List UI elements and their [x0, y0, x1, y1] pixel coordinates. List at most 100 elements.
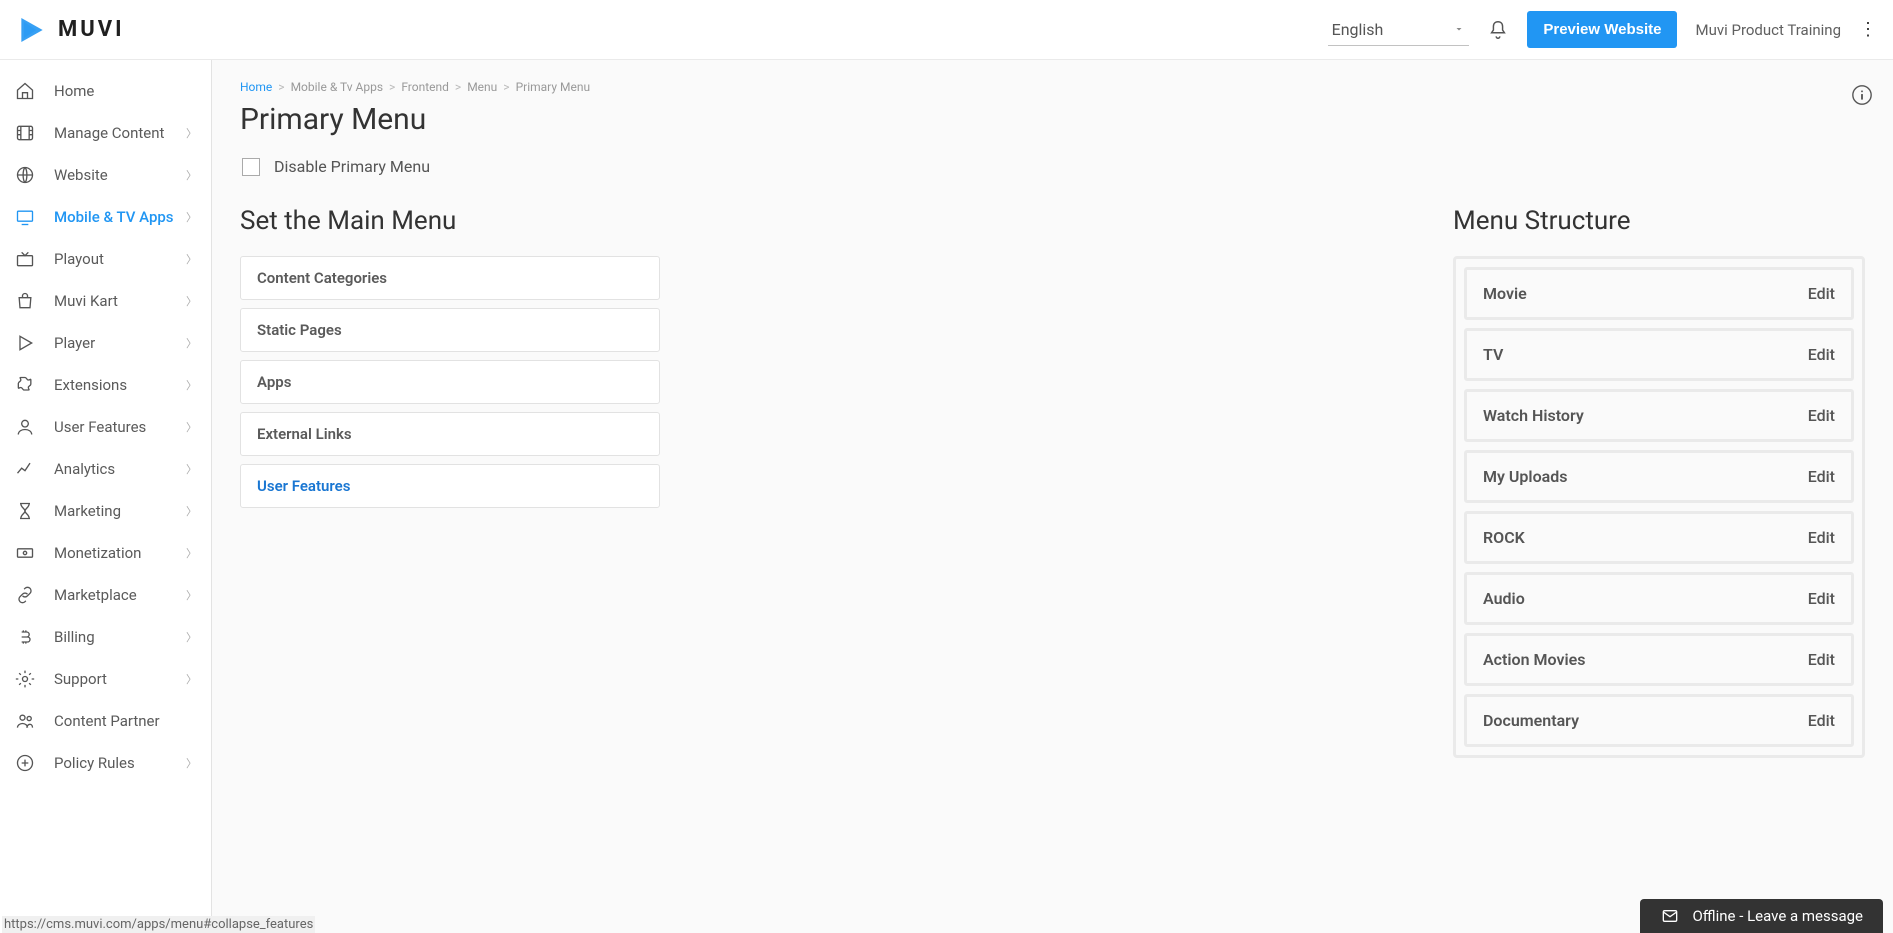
sidebar: Home Manage Content 〉 Website 〉 Mobile &… — [0, 60, 212, 933]
sidebar-item-analytics[interactable]: Analytics 〉 — [0, 448, 211, 490]
menu-structure-item[interactable]: My Uploads Edit — [1464, 450, 1854, 503]
accordion-static-pages[interactable]: Static Pages — [240, 308, 660, 352]
menu-structure-item-label: My Uploads — [1483, 467, 1567, 486]
chat-text: Offline - Leave a message — [1692, 907, 1863, 925]
accordion-content-categories[interactable]: Content Categories — [240, 256, 660, 300]
info-icon[interactable] — [1851, 84, 1873, 106]
home-icon — [14, 80, 36, 102]
edit-link[interactable]: Edit — [1808, 345, 1835, 364]
sidebar-item-website[interactable]: Website 〉 — [0, 154, 211, 196]
chevron-down-icon — [1453, 23, 1465, 35]
edit-link[interactable]: Edit — [1808, 528, 1835, 547]
disable-primary-menu-label: Disable Primary Menu — [274, 157, 430, 176]
language-select[interactable]: English — [1328, 14, 1470, 46]
sidebar-item-label: Extensions — [54, 376, 127, 394]
breadcrumb-home[interactable]: Home — [240, 80, 272, 94]
edit-link[interactable]: Edit — [1808, 650, 1835, 669]
more-menu-icon[interactable]: ⋮ — [1859, 19, 1877, 40]
sidebar-item-label: Support — [54, 670, 107, 688]
breadcrumb-part: Frontend — [401, 80, 449, 94]
bag-icon — [14, 290, 36, 312]
sidebar-item-label: Mobile & TV Apps — [54, 208, 174, 226]
monitor-icon — [14, 206, 36, 228]
sidebar-item-policy-rules[interactable]: Policy Rules 〉 — [0, 742, 211, 784]
mail-icon — [1660, 908, 1680, 924]
breadcrumb-separator: > — [455, 80, 461, 94]
menu-structure-item[interactable]: Documentary Edit — [1464, 694, 1854, 747]
chevron-right-icon: 〉 — [186, 755, 197, 771]
link-icon — [14, 584, 36, 606]
logo-icon — [16, 14, 48, 46]
sidebar-item-content-partner[interactable]: Content Partner — [0, 700, 211, 742]
menu-structure-item[interactable]: Watch History Edit — [1464, 389, 1854, 442]
sidebar-item-muvi-kart[interactable]: Muvi Kart 〉 — [0, 280, 211, 322]
menu-structure-item[interactable]: Audio Edit — [1464, 572, 1854, 625]
sidebar-item-marketing[interactable]: Marketing 〉 — [0, 490, 211, 532]
chevron-right-icon: 〉 — [186, 251, 197, 267]
edit-link[interactable]: Edit — [1808, 406, 1835, 425]
breadcrumb-part: Mobile & Tv Apps — [291, 80, 383, 94]
accordion-external-links[interactable]: External Links — [240, 412, 660, 456]
menu-structure-item-label: Audio — [1483, 589, 1525, 608]
menu-structure-item-label: Documentary — [1483, 711, 1579, 730]
sidebar-item-manage-content[interactable]: Manage Content 〉 — [0, 112, 211, 154]
chevron-right-icon: 〉 — [186, 335, 197, 351]
policy-icon — [14, 752, 36, 774]
sidebar-item-label: Manage Content — [54, 124, 164, 142]
notification-bell-icon[interactable] — [1487, 19, 1509, 41]
sidebar-item-extensions[interactable]: Extensions 〉 — [0, 364, 211, 406]
breadcrumb-part: Menu — [467, 80, 497, 94]
menu-structure-item[interactable]: TV Edit — [1464, 328, 1854, 381]
gear-icon — [14, 668, 36, 690]
hourglass-icon — [14, 500, 36, 522]
edit-link[interactable]: Edit — [1808, 711, 1835, 730]
sidebar-item-player[interactable]: Player 〉 — [0, 322, 211, 364]
chevron-right-icon: 〉 — [186, 587, 197, 603]
sidebar-item-label: Marketplace — [54, 586, 137, 604]
edit-link[interactable]: Edit — [1808, 284, 1835, 303]
chevron-right-icon: 〉 — [186, 293, 197, 309]
sidebar-item-playout[interactable]: Playout 〉 — [0, 238, 211, 280]
sidebar-item-monetization[interactable]: Monetization 〉 — [0, 532, 211, 574]
disable-primary-menu-checkbox[interactable] — [242, 158, 260, 176]
user-account-label[interactable]: Muvi Product Training — [1695, 21, 1841, 39]
accordion-apps[interactable]: Apps — [240, 360, 660, 404]
menu-structure-item-label: ROCK — [1483, 528, 1525, 547]
sidebar-item-billing[interactable]: Billing 〉 — [0, 616, 211, 658]
play-icon — [14, 332, 36, 354]
chevron-right-icon: 〉 — [186, 167, 197, 183]
sidebar-item-mobile-tv-apps[interactable]: Mobile & TV Apps 〉 — [0, 196, 211, 238]
chart-icon — [14, 458, 36, 480]
film-icon — [14, 122, 36, 144]
chat-widget[interactable]: Offline - Leave a message — [1640, 899, 1883, 933]
menu-structure-item-label: TV — [1483, 345, 1503, 364]
money-icon — [14, 542, 36, 564]
chevron-right-icon: 〉 — [186, 503, 197, 519]
sidebar-item-label: Content Partner — [54, 712, 160, 730]
edit-link[interactable]: Edit — [1808, 589, 1835, 608]
sidebar-item-support[interactable]: Support 〉 — [0, 658, 211, 700]
accordion-user-features[interactable]: User Features — [240, 464, 660, 508]
sidebar-item-user-features[interactable]: User Features 〉 — [0, 406, 211, 448]
menu-structure-item[interactable]: MovieEdit — [1464, 267, 1854, 320]
breadcrumb: Home>Mobile & Tv Apps>Frontend>Menu>Prim… — [240, 80, 1865, 94]
set-main-menu-heading: Set the Main Menu — [240, 206, 660, 236]
preview-website-button[interactable]: Preview Website — [1527, 11, 1677, 48]
puzzle-icon — [14, 374, 36, 396]
menu-structure-item-label: Watch History — [1483, 406, 1584, 425]
menu-structure-item[interactable]: Action Movies Edit — [1464, 633, 1854, 686]
language-value: English — [1332, 20, 1384, 39]
edit-link[interactable]: Edit — [1808, 467, 1835, 486]
brand-logo[interactable]: MUVI — [16, 14, 125, 46]
globe-icon — [14, 164, 36, 186]
user-icon — [14, 416, 36, 438]
menu-structure-item-label: Action Movies — [1483, 650, 1585, 669]
breadcrumb-part: Primary Menu — [516, 80, 591, 94]
breadcrumb-separator: > — [278, 80, 284, 94]
sidebar-item-marketplace[interactable]: Marketplace 〉 — [0, 574, 211, 616]
status-bar-url: https://cms.muvi.com/apps/menu#collapse_… — [2, 916, 315, 933]
brand-text: MUVI — [58, 17, 125, 42]
menu-structure-item[interactable]: ROCK Edit — [1464, 511, 1854, 564]
sidebar-item-home[interactable]: Home — [0, 70, 211, 112]
sidebar-item-label: Playout — [54, 250, 104, 268]
